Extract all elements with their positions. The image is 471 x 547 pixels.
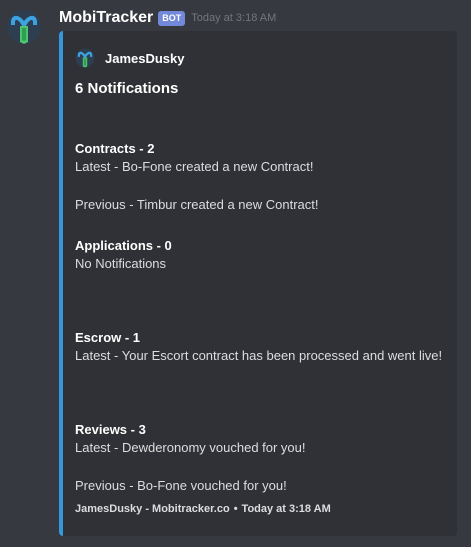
- footer-timestamp: Today at 3:18 AM: [241, 503, 331, 515]
- field-line: Latest - Dewderonomy vouched for you!: [75, 440, 306, 455]
- embed-content: JamesDusky 6 Notifications Contracts - 2…: [75, 31, 450, 536]
- notification-embed: JamesDusky 6 Notifications Contracts - 2…: [59, 31, 457, 536]
- field-applications: Applications - 0 No Notifications: [75, 237, 450, 273]
- field-line: Latest - Your Escort contract has been p…: [75, 348, 443, 363]
- field-gap: [75, 457, 450, 477]
- field-gap: [75, 176, 450, 196]
- field-line: Latest - Bo-Fone created a new Contract!: [75, 159, 314, 174]
- field-line: Previous - Bo-Fone vouched for you!: [75, 478, 287, 493]
- bot-tag: BOT: [158, 10, 186, 26]
- mobitracker-logo-icon: [75, 48, 95, 68]
- field-name: Escrow - 1: [75, 330, 141, 345]
- field-line: No Notifications: [75, 256, 167, 271]
- field-name: Applications - 0: [75, 238, 172, 253]
- embed-author: JamesDusky: [75, 48, 185, 68]
- field-reviews: Reviews - 3 Latest - Dewderonomy vouched…: [75, 421, 450, 495]
- footer-separator: •: [233, 503, 238, 515]
- message-header: MobiTracker BOT Today at 3:18 AM: [59, 8, 276, 28]
- embed-footer: JamesDusky - Mobitracker.co • Today at 3…: [75, 503, 331, 515]
- bot-username[interactable]: MobiTracker: [59, 9, 153, 27]
- chat-message: MobiTracker BOT Today at 3:18 AM JamesDu…: [0, 0, 471, 547]
- footer-text: JamesDusky - Mobitracker.co: [75, 503, 230, 515]
- embed-author-name[interactable]: JamesDusky: [105, 51, 185, 66]
- embed-accent-bar: [59, 31, 63, 536]
- mobitracker-logo-icon[interactable]: [6, 9, 42, 45]
- message-timestamp: Today at 3:18 AM: [191, 12, 277, 24]
- field-name: Contracts - 2: [75, 141, 155, 156]
- field-line: Previous - Timbur created a new Contract…: [75, 197, 319, 212]
- embed-title: 6 Notifications: [75, 80, 179, 97]
- field-escrow: Escrow - 1 Latest - Your Escort contract…: [75, 329, 450, 365]
- field-contracts: Contracts - 2 Latest - Bo-Fone created a…: [75, 140, 450, 214]
- field-name: Reviews - 3: [75, 422, 146, 437]
